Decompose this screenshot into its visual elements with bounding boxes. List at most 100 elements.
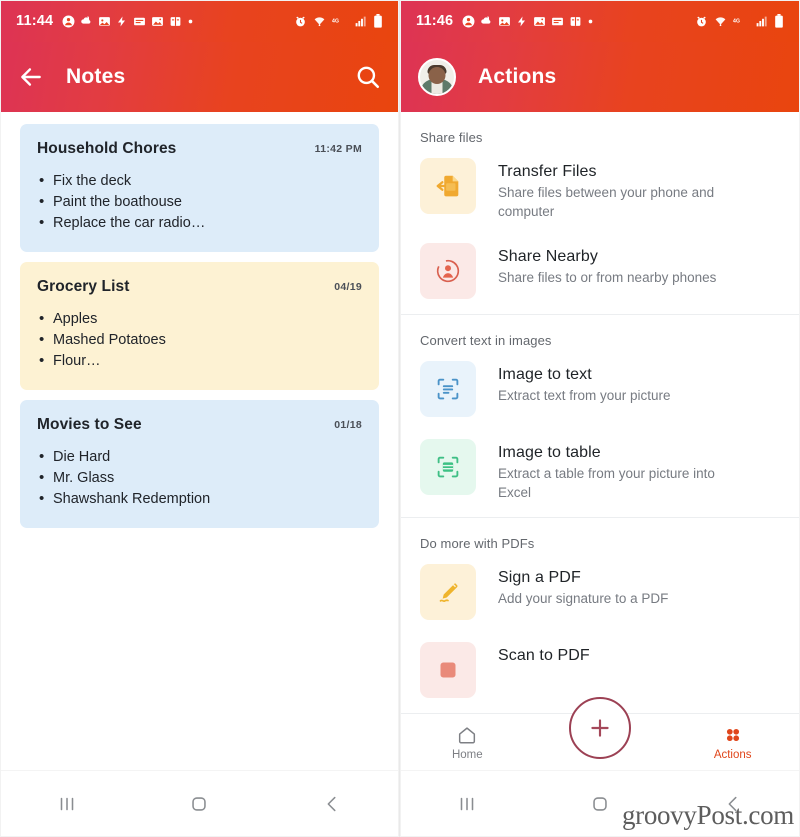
note-timestamp: 01/18	[334, 419, 362, 431]
bottom-nav-item-home[interactable]: Home	[401, 724, 534, 761]
action-subtitle: Share files between your phone and compu…	[498, 185, 715, 219]
note-items: Fix the deck Paint the boathouse Replace…	[37, 170, 362, 234]
section-share-files: Share files Transfer Files Share files b…	[400, 112, 800, 314]
photos-icon	[98, 15, 111, 28]
notes-system-nav-bar	[1, 770, 398, 836]
actions-status-bar: 11:46 4G	[400, 0, 800, 42]
section-title: Do more with PDFs	[420, 536, 535, 551]
note-list-item: Mr. Glass	[37, 467, 362, 489]
action-title: Transfer Files	[498, 163, 597, 180]
image-to-table-icon	[420, 439, 476, 495]
status-left-icons	[462, 15, 594, 28]
action-subtitle: Share files to or from nearby phones	[498, 270, 717, 285]
add-button[interactable]	[569, 697, 631, 759]
back-icon[interactable]	[666, 793, 799, 815]
alarm-icon	[695, 15, 708, 28]
gallery-icon	[151, 15, 164, 28]
avatar-face	[428, 67, 446, 84]
note-list-item: Die Hard	[37, 446, 362, 468]
svg-text:4G: 4G	[332, 19, 339, 25]
note-card[interactable]: Grocery List 04/19 Apples Mashed Potatoe…	[20, 262, 379, 390]
note-timestamp: 04/19	[334, 281, 362, 293]
page-title: Actions	[478, 65, 557, 88]
note-header: Grocery List 04/19	[37, 278, 362, 296]
note-title: Household Chores	[37, 140, 177, 157]
image-to-text-icon	[420, 361, 476, 417]
dot-icon	[587, 18, 594, 25]
gallery-icon	[533, 15, 546, 28]
actions-list: Share files Transfer Files Share files b…	[400, 112, 800, 713]
note-list-item: Flour…	[37, 350, 362, 372]
flash-icon	[116, 15, 128, 28]
signal-icon	[354, 15, 367, 28]
action-row-text: Image to table Extract a table from your…	[498, 439, 750, 502]
battery-icon	[373, 14, 383, 28]
message-icon	[551, 15, 564, 28]
avatar[interactable]	[418, 58, 456, 96]
bottom-nav-label-home: Home	[451, 748, 483, 761]
action-row-sign-pdf[interactable]: Sign a PDF Add your signature to a PDF	[400, 553, 800, 631]
transfer-files-icon	[420, 158, 476, 214]
share-nearby-icon	[420, 243, 476, 299]
note-title: Grocery List	[37, 278, 130, 295]
action-title: Image to table	[498, 444, 601, 461]
action-row-transfer-files[interactable]: Transfer Files Share files between your …	[400, 147, 800, 232]
note-list-item: Mashed Potatoes	[37, 329, 362, 351]
recents-icon[interactable]	[1, 793, 133, 815]
home-icon[interactable]	[534, 793, 667, 815]
book-icon	[169, 15, 182, 28]
action-subtitle: Extract text from your picture	[498, 388, 671, 403]
home-icon[interactable]	[133, 793, 265, 815]
notes-list: Household Chores 11:42 PM Fix the deck P…	[0, 112, 399, 837]
back-icon[interactable]	[266, 793, 398, 815]
note-list-item: Shawshank Redemption	[37, 488, 362, 510]
back-arrow-icon[interactable]	[18, 64, 44, 90]
recents-icon[interactable]	[401, 793, 534, 815]
action-row-image-to-table[interactable]: Image to table Extract a table from your…	[400, 428, 800, 513]
notes-status-bar: 11:44 4G	[0, 0, 399, 42]
network-speed-icon: 4G	[733, 16, 749, 26]
weather-icon	[480, 15, 493, 28]
action-subtitle: Extract a table from your picture into E…	[498, 466, 715, 500]
note-card[interactable]: Movies to See 01/18 Die Hard Mr. Glass S…	[20, 400, 379, 528]
dual-screenshot-comparison: 11:44 4G Notes Household Chores 11:42 PM…	[0, 0, 800, 837]
wifi-icon	[313, 15, 326, 28]
action-row-share-nearby[interactable]: Share Nearby Share files to or from near…	[400, 232, 800, 310]
note-list-item: Replace the car radio…	[37, 212, 362, 234]
wifi-icon	[714, 15, 727, 28]
action-row-image-to-text[interactable]: Image to text Extract text from your pic…	[400, 350, 800, 428]
grid-dots-icon	[726, 728, 739, 741]
actions-phone-screen: 11:46 4G Actions Share files Transfer Fi…	[400, 0, 800, 837]
bottom-nav-label-actions: Actions	[713, 748, 752, 761]
actions-system-nav-bar	[401, 770, 799, 836]
note-list-item: Apples	[37, 308, 362, 330]
action-title: Scan to PDF	[498, 647, 590, 664]
note-timestamp: 11:42 PM	[314, 143, 362, 155]
action-row-text: Share Nearby Share files to or from near…	[498, 243, 716, 287]
network-speed-icon: 4G	[332, 16, 348, 26]
note-items: Apples Mashed Potatoes Flour…	[37, 308, 362, 372]
weather-icon	[80, 15, 93, 28]
app-bottom-nav: Home Actions	[401, 697, 799, 770]
home-icon	[459, 726, 476, 744]
note-header: Movies to See 01/18	[37, 416, 362, 434]
account-icon	[62, 15, 75, 28]
action-title: Share Nearby	[498, 248, 598, 265]
plus-icon	[591, 719, 609, 737]
note-card[interactable]: Household Chores 11:42 PM Fix the deck P…	[20, 124, 379, 252]
action-row-text: Sign a PDF Add your signature to a PDF	[498, 564, 668, 608]
status-clock: 11:46	[416, 13, 454, 29]
status-left-icons	[62, 15, 194, 28]
battery-icon	[774, 14, 784, 28]
section-title: Share files	[420, 130, 483, 145]
action-subtitle: Add your signature to a PDF	[498, 591, 669, 606]
bottom-nav-item-actions[interactable]: Actions	[666, 724, 799, 761]
action-row-text: Scan to PDF	[498, 642, 590, 665]
search-icon[interactable]	[355, 64, 381, 90]
section-convert-text: Convert text in images Image to text Ext…	[400, 314, 800, 517]
actions-app-bar: Actions	[400, 42, 800, 112]
svg-text:4G: 4G	[733, 19, 740, 25]
flash-icon	[516, 15, 528, 28]
note-header: Household Chores 11:42 PM	[37, 140, 362, 158]
photos-icon	[498, 15, 511, 28]
